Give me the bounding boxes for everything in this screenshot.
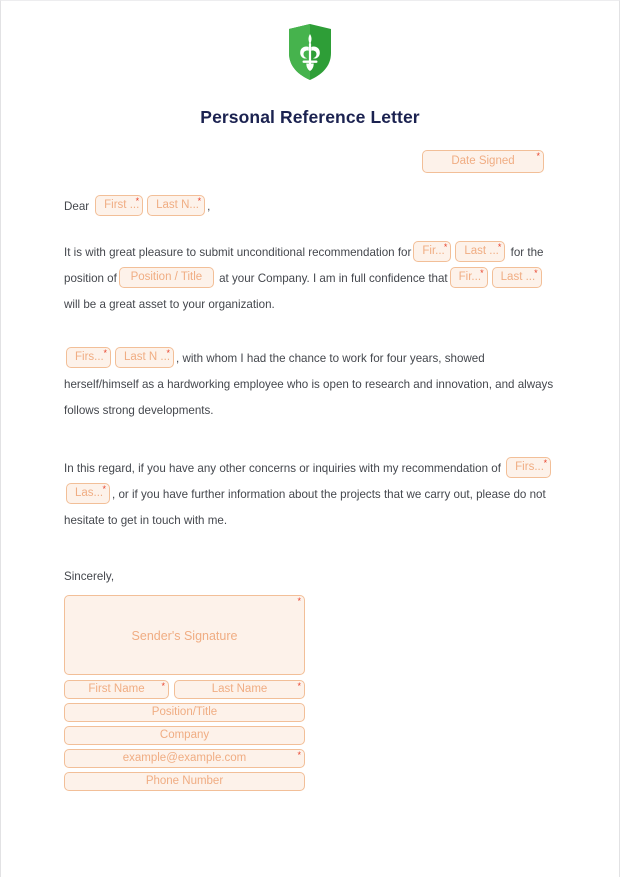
contact-company-field[interactable]: Company <box>64 726 305 745</box>
required-asterisk: * <box>536 151 540 161</box>
contact-last-name-field[interactable]: Last Name * <box>174 680 305 699</box>
required-asterisk: * <box>443 242 448 253</box>
sender-contact-fields: First Name * Last Name * Position/Title … <box>64 680 305 791</box>
salutation-last-name-field[interactable]: Last N... * <box>147 195 206 217</box>
paragraph-1-position-field[interactable]: Position / Title <box>118 267 214 289</box>
closing-sincerely: Sincerely, <box>64 570 115 583</box>
paragraph-1: It is with great pleasure to submit unco… <box>64 240 557 318</box>
paragraph-1-last-name-field[interactable]: Last ... * <box>455 241 506 263</box>
paragraph-1-position-placeholder: Position / Title <box>130 271 203 284</box>
paragraph-1-text-3: at your Company. I am in full confidence… <box>219 272 448 285</box>
letter-page: Personal Reference Letter Date Signed * … <box>0 0 620 877</box>
paragraph-1-text-1: It is with great pleasure to submit unco… <box>64 246 412 259</box>
name-row: First Name * Last Name * <box>64 680 305 699</box>
paragraph-3-first-name-field[interactable]: Firs... * <box>506 457 552 479</box>
required-asterisk: * <box>161 681 165 691</box>
required-asterisk: * <box>480 268 484 279</box>
paragraph-1-first-name-field-2[interactable]: Fir... * <box>449 267 488 289</box>
date-signed-placeholder: Date Signed <box>451 155 515 167</box>
contact-last-name-placeholder: Last Name <box>211 683 268 695</box>
green-shield-fleur-de-lis-logo <box>289 24 331 80</box>
date-signed-field[interactable]: Date Signed * <box>422 150 544 173</box>
required-asterisk: * <box>297 596 301 606</box>
required-asterisk: * <box>543 458 548 469</box>
salutation-comma: , <box>207 200 211 213</box>
paragraph-3-last-name-placeholder: Las... <box>75 487 104 500</box>
contact-email-placeholder: example@example.com <box>122 752 247 764</box>
paragraph-1-first-name-field[interactable]: Fir... * <box>413 241 452 263</box>
paragraph-2: Firs... * Last N ... * , with whom I had… <box>64 346 557 424</box>
paragraph-3-text-2: , or if you have further information abo… <box>64 488 546 527</box>
salutation-first-name-placeholder: First ... <box>104 199 140 212</box>
contact-first-name-field[interactable]: First Name * <box>64 680 169 699</box>
contact-position-placeholder: Position/Title <box>151 706 218 718</box>
paragraph-3-last-name-field[interactable]: Las... * <box>66 483 110 505</box>
required-asterisk: * <box>103 348 107 359</box>
required-asterisk: * <box>297 681 301 691</box>
paragraph-2-first-name-field[interactable]: Firs... * <box>66 347 111 369</box>
salutation-first-name-field[interactable]: First ... * <box>95 195 144 217</box>
contact-company-placeholder: Company <box>159 729 210 741</box>
required-asterisk: * <box>497 242 502 253</box>
contact-email-field[interactable]: example@example.com * <box>64 749 305 768</box>
paragraph-3-first-name-placeholder: Firs... <box>515 461 544 474</box>
logo-container <box>1 1 619 81</box>
letter-body: Dear First ... * Last N... * , It is wit… <box>1 195 619 791</box>
date-signed-row: Date Signed * <box>1 150 619 173</box>
required-asterisk: * <box>534 268 538 279</box>
paragraph-1-first-name-placeholder: Fir... <box>422 245 445 258</box>
paragraph-3: In this regard, if you have any other co… <box>64 456 557 534</box>
paragraph-1-first-name-placeholder-2: Fir... <box>458 271 482 284</box>
sender-signature-field[interactable]: Sender's Signature * <box>64 595 305 675</box>
paragraph-1-text-4: will be a great asset to your organizati… <box>64 298 275 311</box>
required-asterisk: * <box>197 196 202 207</box>
paragraph-3-text-1: In this regard, if you have any other co… <box>64 462 501 475</box>
paragraph-1-last-name-field-2[interactable]: Last ... * <box>491 267 542 289</box>
required-asterisk: * <box>135 196 140 207</box>
salutation-line: Dear First ... * Last N... * , <box>64 195 557 219</box>
paragraph-2-first-name-placeholder: Firs... <box>75 351 104 364</box>
required-asterisk: * <box>297 750 301 760</box>
sender-signature-placeholder: Sender's Signature <box>131 629 238 643</box>
paragraph-1-last-name-placeholder-2: Last ... <box>500 271 536 284</box>
contact-first-name-placeholder: First Name <box>88 683 145 695</box>
page-title: Personal Reference Letter <box>200 107 420 127</box>
salutation-lead: Dear <box>64 200 90 213</box>
paragraph-2-last-name-placeholder: Last N ... <box>124 351 171 364</box>
contact-phone-placeholder: Phone Number <box>145 775 224 787</box>
paragraph-1-last-name-placeholder: Last ... <box>464 245 499 258</box>
required-asterisk: * <box>102 484 106 495</box>
paragraph-2-last-name-field[interactable]: Last N ... * <box>115 347 174 369</box>
salutation-last-name-placeholder: Last N... <box>156 199 199 212</box>
required-asterisk: * <box>166 348 170 359</box>
contact-position-field[interactable]: Position/Title <box>64 703 305 722</box>
contact-phone-field[interactable]: Phone Number <box>64 772 305 791</box>
